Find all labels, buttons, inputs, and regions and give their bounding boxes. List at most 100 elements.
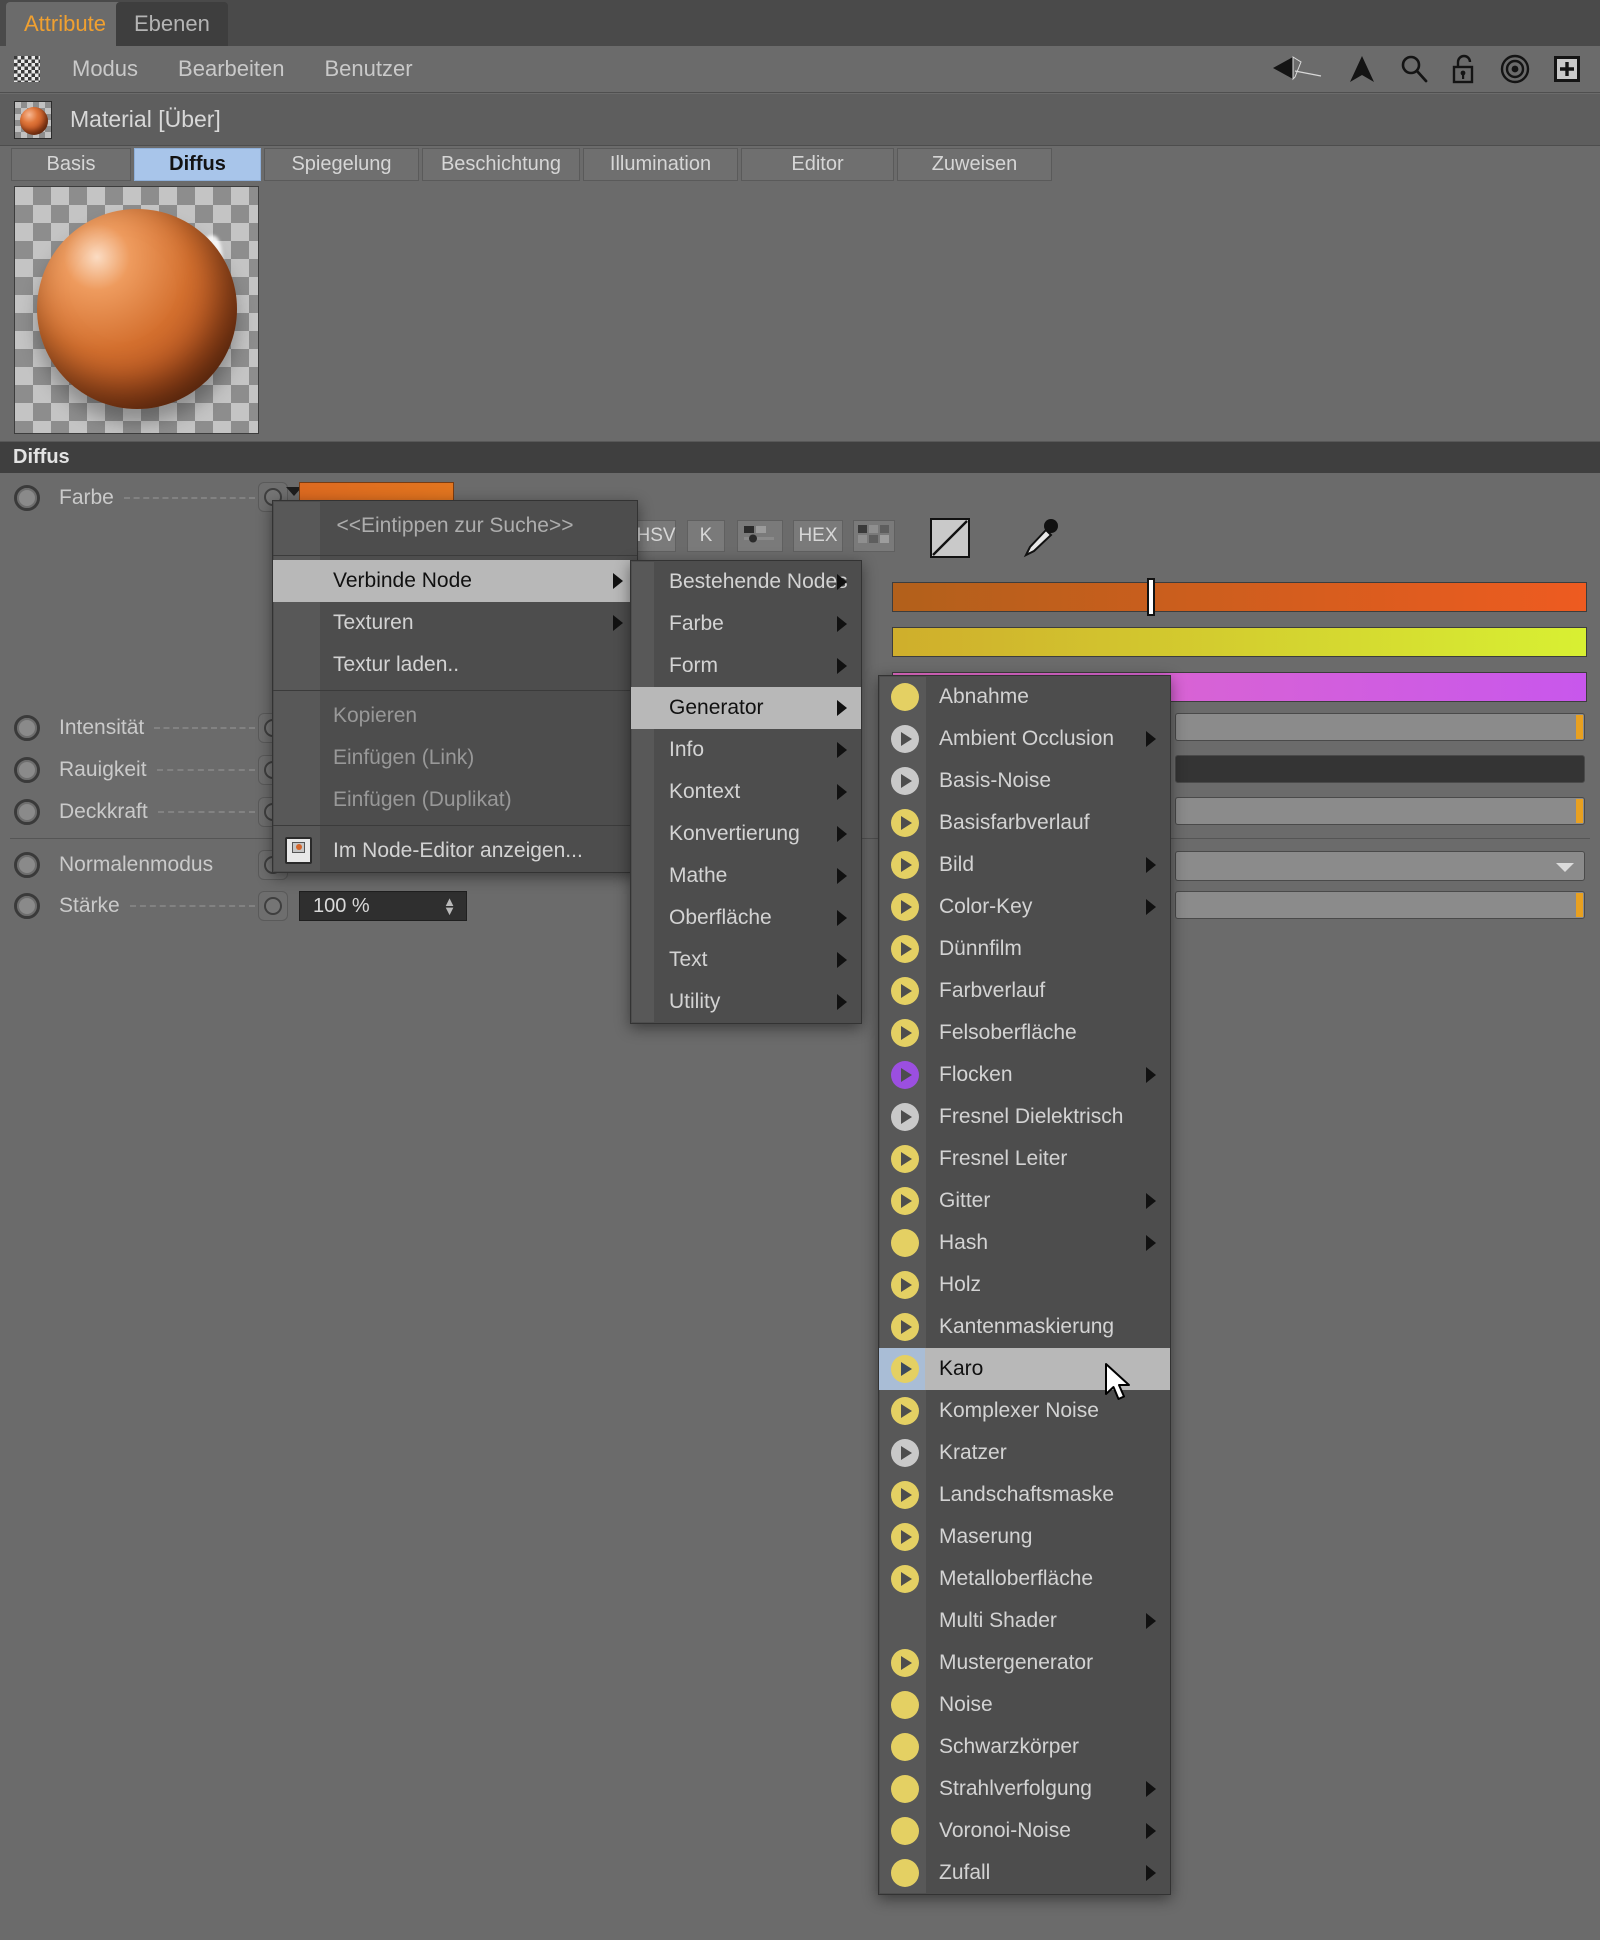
tab-spiegelung[interactable]: Spiegelung bbox=[264, 148, 419, 181]
panel-grip-icon[interactable] bbox=[14, 56, 40, 82]
menu-item-texturen[interactable]: Texturen bbox=[273, 602, 637, 644]
tab-editor[interactable]: Editor bbox=[741, 148, 894, 181]
submenu-item-farbe[interactable]: Farbe bbox=[631, 603, 861, 645]
generator-item-bild[interactable]: Bild bbox=[879, 844, 1170, 886]
back-arrow-icon[interactable] bbox=[1271, 55, 1325, 83]
farbe-anim-knob[interactable] bbox=[14, 485, 40, 511]
generator-item-felsoberfl-che[interactable]: Felsoberfläche bbox=[879, 1012, 1170, 1054]
tab-zuweisen[interactable]: Zuweisen bbox=[897, 148, 1052, 181]
material-preview[interactable] bbox=[14, 186, 259, 434]
tab-basis[interactable]: Basis bbox=[11, 148, 131, 181]
submenu-item-utility[interactable]: Utility bbox=[631, 981, 861, 1023]
magnifier-icon[interactable] bbox=[1399, 54, 1429, 84]
generator-item-basis-noise[interactable]: Basis-Noise bbox=[879, 760, 1170, 802]
search-hint[interactable]: <<Eintippen zur Suche>> bbox=[273, 501, 637, 551]
forward-arrow-icon[interactable] bbox=[1347, 54, 1377, 84]
generator-item-metalloberfl-che[interactable]: Metalloberfläche bbox=[879, 1558, 1170, 1600]
submenu-item-oberfl-che[interactable]: Oberfläche bbox=[631, 897, 861, 939]
add-box-icon[interactable] bbox=[1552, 54, 1582, 84]
tab-ebenen[interactable]: Ebenen bbox=[116, 2, 228, 46]
swatch-slider-icon[interactable] bbox=[737, 520, 783, 552]
hsv-mode-button[interactable]: HSV bbox=[636, 520, 676, 552]
generator-item-maserung[interactable]: Maserung bbox=[879, 1516, 1170, 1558]
generator-item-schwarzk-rper[interactable]: Schwarzkörper bbox=[879, 1726, 1170, 1768]
menu-modus[interactable]: Modus bbox=[52, 56, 158, 82]
menu-bearbeiten[interactable]: Bearbeiten bbox=[158, 56, 304, 82]
submenu-item-konvertierung[interactable]: Konvertierung bbox=[631, 813, 861, 855]
menu-benutzer[interactable]: Benutzer bbox=[304, 56, 432, 82]
submenu-item-form[interactable]: Form bbox=[631, 645, 861, 687]
generator-item-fresnel-dielektrisch[interactable]: Fresnel Dielektrisch bbox=[879, 1096, 1170, 1138]
generator-item-kratzer[interactable]: Kratzer bbox=[879, 1432, 1170, 1474]
stepper-icon[interactable]: ▲ ▼ bbox=[443, 895, 456, 917]
k-mode-button[interactable]: K bbox=[687, 520, 725, 552]
intensitaet-anim-knob[interactable] bbox=[14, 715, 40, 741]
staerke-number-field[interactable]: 100 % ▲ ▼ bbox=[299, 891, 467, 921]
generator-item-basisfarbverlauf[interactable]: Basisfarbverlauf bbox=[879, 802, 1170, 844]
generator-item-ambient-occlusion[interactable]: Ambient Occlusion bbox=[879, 718, 1170, 760]
generator-item-abnahme[interactable]: Abnahme bbox=[879, 676, 1170, 718]
menu-item-im-node-editor-anzeigen[interactable]: Im Node-Editor anzeigen... bbox=[273, 830, 637, 872]
node-type-yellow-play-icon bbox=[891, 977, 919, 1005]
intensitaet-slider[interactable] bbox=[1175, 713, 1585, 741]
gradient-square-icon[interactable] bbox=[930, 518, 970, 563]
unlock-icon[interactable] bbox=[1451, 54, 1478, 84]
palette-icon[interactable] bbox=[853, 520, 895, 552]
generator-item-hash[interactable]: Hash bbox=[879, 1222, 1170, 1264]
generator-item-voronoi-noise[interactable]: Voronoi-Noise bbox=[879, 1810, 1170, 1852]
generator-item-d-nnfilm[interactable]: Dünnfilm bbox=[879, 928, 1170, 970]
node-type-yellow-dot-icon bbox=[891, 1817, 919, 1845]
generator-item-fresnel-leiter[interactable]: Fresnel Leiter bbox=[879, 1138, 1170, 1180]
staerke-anim-knob[interactable] bbox=[14, 893, 40, 919]
generator-item-strahlverfolgung[interactable]: Strahlverfolgung bbox=[879, 1768, 1170, 1810]
deckkraft-slider[interactable] bbox=[1175, 797, 1585, 825]
generator-node-list: Abnahme Ambient Occlusion Basis-Noise Basis… bbox=[879, 676, 1170, 1894]
generator-item-karo[interactable]: Karo bbox=[879, 1348, 1170, 1390]
hue-gradient-marker[interactable] bbox=[1147, 578, 1155, 616]
tab-illumination[interactable]: Illumination bbox=[583, 148, 738, 181]
rauigkeit-slider[interactable] bbox=[1175, 755, 1585, 783]
generator-item-color-key[interactable]: Color-Key bbox=[879, 886, 1170, 928]
generator-item-mustergenerator[interactable]: Mustergenerator bbox=[879, 1642, 1170, 1684]
saturation-gradient-bar[interactable] bbox=[892, 627, 1587, 657]
deckkraft-anim-knob[interactable] bbox=[14, 799, 40, 825]
normalenmodus-dropdown[interactable] bbox=[1175, 851, 1585, 881]
staerke-slider[interactable] bbox=[1175, 891, 1585, 919]
submenu-item-kontext[interactable]: Kontext bbox=[631, 771, 861, 813]
generator-item-zufall[interactable]: Zufall bbox=[879, 1852, 1170, 1894]
submenu-item-text[interactable]: Text bbox=[631, 939, 861, 981]
submenu-arrow-icon bbox=[1146, 1781, 1156, 1797]
menu-item-label: Einfügen (Link) bbox=[333, 746, 475, 769]
eyedropper-icon[interactable] bbox=[1020, 516, 1062, 565]
staerke-link-button[interactable] bbox=[258, 891, 288, 921]
generator-item-multi-shader[interactable]: Multi Shader bbox=[879, 1600, 1170, 1642]
node-type-yellow-dot-icon bbox=[891, 1229, 919, 1257]
hex-mode-button[interactable]: HEX bbox=[793, 520, 843, 552]
generator-item-komplexer-noise[interactable]: Komplexer Noise bbox=[879, 1390, 1170, 1432]
generator-item-gitter[interactable]: Gitter bbox=[879, 1180, 1170, 1222]
menu-item-label: Basisfarbverlauf bbox=[939, 811, 1090, 834]
tab-beschichtung[interactable]: Beschichtung bbox=[422, 148, 580, 181]
target-icon[interactable] bbox=[1500, 54, 1530, 84]
generator-item-flocken[interactable]: Flocken bbox=[879, 1054, 1170, 1096]
normalenmodus-anim-knob[interactable] bbox=[14, 852, 40, 878]
submenu-item-mathe[interactable]: Mathe bbox=[631, 855, 861, 897]
hue-gradient-bar[interactable] bbox=[892, 582, 1587, 612]
menu-item-verbinde-node[interactable]: Verbinde Node bbox=[273, 560, 637, 602]
menu-item-label: Fresnel Dielektrisch bbox=[939, 1105, 1124, 1128]
submenu-item-info[interactable]: Info bbox=[631, 729, 861, 771]
submenu-arrow-icon bbox=[837, 994, 847, 1010]
generator-item-noise[interactable]: Noise bbox=[879, 1684, 1170, 1726]
submenu-item-bestehende-nodes[interactable]: Bestehende Nodes bbox=[631, 561, 861, 603]
generator-item-holz[interactable]: Holz bbox=[879, 1264, 1170, 1306]
rauigkeit-anim-knob[interactable] bbox=[14, 757, 40, 783]
material-header: Material [Über] bbox=[0, 94, 1600, 146]
generator-item-landschaftsmaske[interactable]: Landschaftsmaske bbox=[879, 1474, 1170, 1516]
tab-attribute[interactable]: Attribute bbox=[6, 2, 124, 46]
menu-item-label: Fresnel Leiter bbox=[939, 1147, 1068, 1170]
menu-item-textur-laden[interactable]: Textur laden.. bbox=[273, 644, 637, 686]
tab-diffus[interactable]: Diffus bbox=[134, 148, 261, 181]
generator-item-kantenmaskierung[interactable]: Kantenmaskierung bbox=[879, 1306, 1170, 1348]
submenu-item-generator[interactable]: Generator bbox=[631, 687, 861, 729]
generator-item-farbverlauf[interactable]: Farbverlauf bbox=[879, 970, 1170, 1012]
